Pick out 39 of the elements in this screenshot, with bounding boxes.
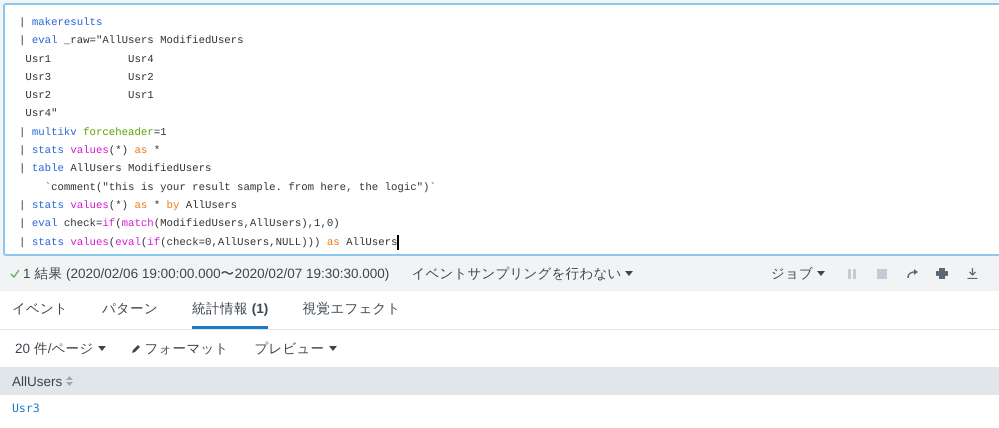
result-summary: 1 結果 (2020/02/06 19:00:00.000〜2020/02/07 19:30:30.000): [23, 264, 390, 282]
column-header[interactable]: AllUsers: [12, 374, 74, 388]
caret-icon: [98, 346, 106, 351]
caret-icon: [817, 271, 825, 276]
pause-icon: [848, 268, 856, 278]
code-line: | eval _raw="AllUsers ModifiedUsers: [19, 34, 244, 50]
caret-icon: [625, 271, 634, 276]
tab[interactable]: イベント: [12, 291, 68, 329]
stop-icon: [877, 268, 887, 278]
tab[interactable]: パターン: [102, 291, 158, 329]
pencil-icon: [132, 344, 141, 353]
caret-icon: [328, 346, 337, 351]
code-line: `comment("this is your result sample. from here, the logic")`: [44, 180, 436, 196]
text-cursor: [397, 235, 399, 250]
curved-arrow-icon: [906, 269, 918, 278]
tab[interactable]: 視覚エフェクト: [302, 291, 400, 329]
check-icon: [10, 269, 20, 278]
code-line: | stats values(eval(if(check=0,AllUsers,NULL))) as AllUsers: [19, 236, 398, 251]
code-line: | multikv forceheader=1: [19, 126, 167, 141]
code-line: | table AllUsers ModifiedUsers: [19, 162, 212, 178]
code-line: | makeresults: [19, 16, 102, 31]
download-icon: [966, 268, 978, 279]
preview-dropdown[interactable]: プレビュー: [254, 340, 337, 358]
code-line: Usr4": [24, 107, 58, 122]
sampling-dropdown[interactable]: イベントサンプリングを行わない: [411, 264, 634, 282]
tab[interactable]: 統計情報 (1): [192, 291, 268, 329]
code-line: | stats values(*) as * by AllUsers: [19, 198, 238, 214]
sort-icon: [66, 376, 74, 386]
format-button[interactable]: フォーマット: [132, 340, 229, 358]
code-line: Usr2 Usr1: [24, 89, 154, 104]
code-line: | eval check=if(match(ModifiedUsers,AllUsers),1,0): [19, 217, 340, 232]
table-cell-link[interactable]: Usr3: [12, 401, 40, 415]
share-button[interactable]: [905, 266, 919, 280]
code-line: | stats values(*) as *: [19, 144, 160, 160]
code-line: Usr3 Usr2: [24, 70, 154, 86]
export-button[interactable]: [965, 266, 979, 280]
job-dropdown[interactable]: ジョブ: [771, 264, 825, 282]
per-page-dropdown[interactable]: 20 件/ページ: [15, 340, 106, 358]
code-line: Usr1 Usr4: [24, 52, 154, 68]
